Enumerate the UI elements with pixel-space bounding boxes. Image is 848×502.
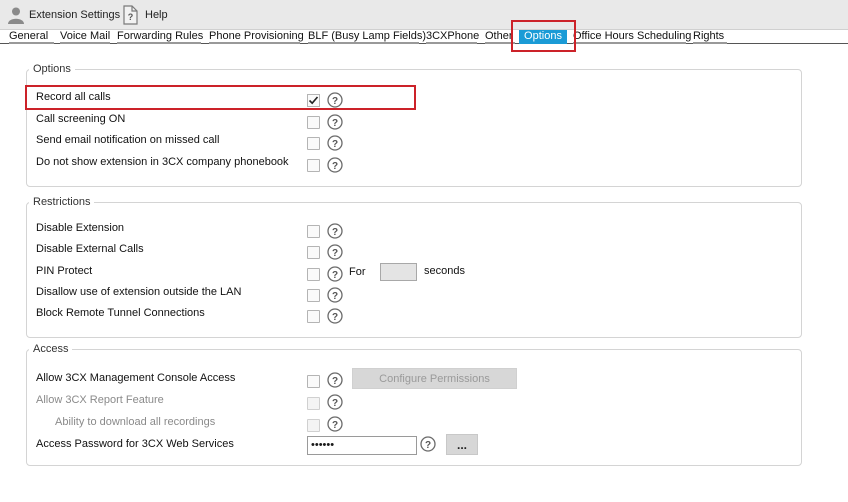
svg-text:?: ?: [332, 227, 338, 238]
download-recordings-label: Ability to download all recordings: [55, 416, 216, 428]
tab-office-hours-scheduling[interactable]: Office Hours Scheduling: [573, 30, 691, 44]
help-icon[interactable]: ?: [327, 416, 343, 432]
svg-text:?: ?: [332, 270, 338, 281]
help-icon[interactable]: ?: [327, 394, 343, 410]
pin-protect-checkbox[interactable]: [307, 268, 320, 281]
disallow-outside-lan-label: Disallow use of extension outside the LA…: [36, 286, 242, 298]
help-label: Help: [145, 9, 168, 21]
help-icon[interactable]: ?: [327, 157, 343, 173]
svg-text:?: ?: [332, 96, 338, 107]
pin-protect-label: PIN Protect: [36, 265, 93, 277]
web-services-password-label: Access Password for 3CX Web Services: [36, 438, 234, 450]
svg-text:?: ?: [332, 139, 338, 150]
extension-settings-button[interactable]: Extension Settings: [7, 0, 120, 30]
disable-extension-label: Disable Extension: [36, 222, 125, 234]
help-icon[interactable]: ?: [327, 266, 343, 282]
help-icon[interactable]: ?: [327, 223, 343, 239]
tab-other[interactable]: Other: [485, 30, 515, 44]
pin-seconds-input[interactable]: [380, 263, 417, 281]
download-recordings-checkbox[interactable]: [307, 419, 320, 432]
tab-3cxphone[interactable]: 3CXPhone: [426, 30, 479, 44]
mgmt-console-label: Allow 3CX Management Console Access: [36, 372, 236, 384]
help-icon[interactable]: ?: [327, 114, 343, 130]
call-screening-checkbox[interactable]: [307, 116, 320, 129]
tab-options[interactable]: Options: [519, 30, 567, 44]
configure-permissions-button[interactable]: Configure Permissions: [352, 368, 517, 389]
help-icon[interactable]: ?: [420, 436, 436, 452]
report-feature-label: Allow 3CX Report Feature: [36, 394, 164, 406]
svg-text:?: ?: [332, 312, 338, 323]
checkmark-icon: [307, 94, 320, 107]
help-icon[interactable]: ?: [327, 287, 343, 303]
options-legend: Options: [33, 63, 71, 75]
record-all-calls-label: Record all calls: [36, 91, 111, 103]
mgmt-console-checkbox[interactable]: [307, 375, 320, 388]
tab-rights[interactable]: Rights: [693, 30, 727, 44]
tab-forwarding-rules[interactable]: Forwarding Rules: [117, 30, 203, 44]
call-screening-label: Call screening ON: [36, 113, 126, 125]
hide-in-phonebook-label: Do not show extension in 3CX company pho…: [36, 156, 289, 168]
help-document-icon: ?: [123, 5, 138, 25]
restrictions-legend: Restrictions: [33, 196, 91, 208]
email-missed-call-label: Send email notification on missed call: [36, 134, 220, 146]
tab-phone-provisioning[interactable]: Phone Provisioning: [209, 30, 304, 44]
web-services-password-input[interactable]: ••••••: [307, 436, 417, 455]
svg-text:?: ?: [425, 440, 431, 451]
email-missed-call-checkbox[interactable]: [307, 137, 320, 150]
help-icon[interactable]: ?: [327, 135, 343, 151]
svg-text:?: ?: [128, 12, 134, 22]
pin-for-label: For: [349, 266, 366, 278]
help-icon[interactable]: ?: [327, 92, 343, 108]
user-icon: [8, 7, 24, 24]
help-button[interactable]: ? Help: [121, 0, 168, 30]
tab-blf[interactable]: BLF (Busy Lamp Fields): [308, 30, 426, 44]
disable-extension-checkbox[interactable]: [307, 225, 320, 238]
svg-text:?: ?: [332, 291, 338, 302]
svg-text:?: ?: [332, 376, 338, 387]
access-legend: Access: [33, 343, 69, 355]
tab-bar: General Voice Mail Forwarding Rules Phon…: [0, 30, 848, 44]
svg-text:?: ?: [332, 161, 338, 172]
hide-in-phonebook-checkbox[interactable]: [307, 159, 320, 172]
tab-general[interactable]: General: [9, 30, 54, 44]
svg-text:?: ?: [332, 420, 338, 431]
disable-external-checkbox[interactable]: [307, 246, 320, 259]
svg-text:?: ?: [332, 398, 338, 409]
help-icon[interactable]: ?: [327, 372, 343, 388]
help-icon[interactable]: ?: [327, 308, 343, 324]
disable-external-label: Disable External Calls: [36, 243, 144, 255]
svg-text:?: ?: [332, 118, 338, 129]
extension-settings-label: Extension Settings: [29, 9, 121, 21]
disallow-outside-lan-checkbox[interactable]: [307, 289, 320, 302]
help-icon[interactable]: ?: [327, 244, 343, 260]
svg-text:?: ?: [332, 248, 338, 259]
block-tunnel-checkbox[interactable]: [307, 310, 320, 323]
pin-seconds-label: seconds: [424, 265, 465, 277]
block-tunnel-label: Block Remote Tunnel Connections: [36, 307, 205, 319]
tab-voice-mail[interactable]: Voice Mail: [60, 30, 110, 44]
report-feature-checkbox[interactable]: [307, 397, 320, 410]
record-all-calls-checkbox[interactable]: [307, 94, 320, 107]
generate-password-button[interactable]: ...: [446, 434, 478, 455]
toolbar: Extension Settings ? Help: [0, 0, 848, 30]
